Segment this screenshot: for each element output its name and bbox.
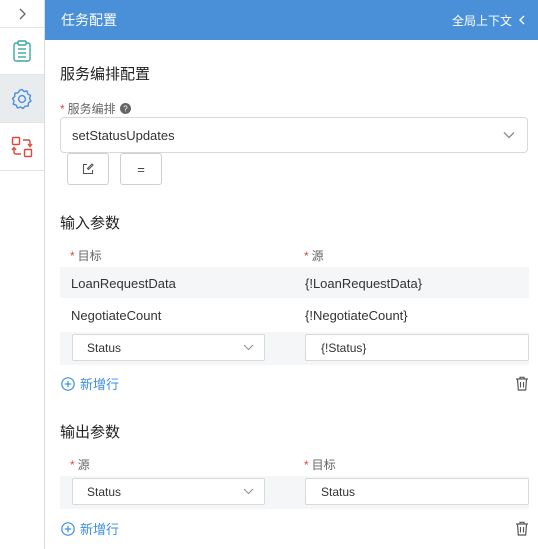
required-marker: * <box>70 248 75 263</box>
gear-icon <box>11 88 32 109</box>
service-section-title: 服务编排配置 <box>60 66 151 83</box>
required-marker: * <box>70 457 75 472</box>
global-context-toggle[interactable]: 全局上下文 <box>452 12 526 29</box>
output-add-row-button[interactable]: 新增行 <box>61 519 119 538</box>
input-add-row-label: 新增行 <box>80 377 120 392</box>
input-delete-button[interactable] <box>515 376 529 394</box>
output-params-title: 输出参数 <box>60 424 121 441</box>
output-source-select-value: Status <box>87 484 122 499</box>
output-delete-button[interactable] <box>515 521 529 539</box>
equals-button-label: = <box>137 161 145 177</box>
rail-tab-mapping[interactable] <box>0 123 44 171</box>
svg-text:?: ? <box>123 105 128 114</box>
input-col-target-header: * 目标 <box>70 247 102 264</box>
chevron-down-icon <box>243 344 254 351</box>
service-select-value: setStatusUpdates <box>72 127 175 143</box>
output-target-field[interactable]: Status <box>305 478 529 505</box>
panel-header: 任务配置 全局上下文 <box>45 0 538 40</box>
rail-tab-list[interactable] <box>0 27 44 75</box>
input-col-target-text: 目标 <box>77 249 102 263</box>
plus-circle-icon <box>61 376 75 391</box>
trash-icon <box>516 521 528 536</box>
service-label-text: 服务编排 <box>67 102 116 116</box>
input-target-select[interactable]: Status <box>72 334 265 361</box>
chevron-left-icon <box>519 15 525 25</box>
edit-service-button[interactable] <box>67 153 109 185</box>
input-row-target: LoanRequestData <box>71 276 176 291</box>
panel-content: 服务编排配置 * 服务编排 ? setStatusUpdates = 输入参数 … <box>45 40 538 549</box>
global-context-label: 全局上下文 <box>451 13 512 28</box>
rail-tab-settings[interactable] <box>0 75 44 123</box>
input-col-source-header: * 源 <box>304 247 324 264</box>
output-target-field-value: Status <box>321 484 356 499</box>
input-source-field[interactable]: {!Status} <box>305 334 529 361</box>
left-rail <box>0 0 45 549</box>
output-col-source-header: * 源 <box>70 456 90 473</box>
input-col-source-text: 源 <box>311 249 324 263</box>
input-params-title: 输入参数 <box>60 215 121 232</box>
chevron-down-icon <box>503 132 515 139</box>
input-row-source: {!LoanRequestData} <box>305 276 423 291</box>
edit-icon <box>82 163 94 175</box>
clipboard-list-icon <box>13 40 31 62</box>
output-source-select[interactable]: Status <box>72 478 265 505</box>
trash-icon <box>516 376 528 391</box>
required-marker: * <box>304 457 309 472</box>
output-col-source-text: 源 <box>77 458 90 472</box>
required-marker: * <box>304 248 309 263</box>
equals-button[interactable]: = <box>120 153 162 185</box>
service-field-label: * 服务编排 ? <box>60 100 131 117</box>
required-marker: * <box>60 101 65 116</box>
service-select[interactable]: setStatusUpdates <box>60 117 528 153</box>
chevron-right-icon <box>19 8 26 19</box>
chevron-down-icon <box>243 488 254 495</box>
input-row-source: {!NegotiateCount} <box>305 308 408 323</box>
output-col-target-header: * 目标 <box>304 456 336 473</box>
panel-title: 任务配置 <box>61 12 117 28</box>
input-row-target: NegotiateCount <box>71 308 162 323</box>
input-add-row-button[interactable]: 新增行 <box>61 374 119 393</box>
help-icon[interactable]: ? <box>119 103 131 114</box>
output-add-row-label: 新增行 <box>80 522 120 537</box>
swap-mapping-icon <box>11 136 33 157</box>
plus-circle-icon <box>61 521 75 536</box>
expand-rail-button[interactable] <box>0 0 44 27</box>
output-col-target-text: 目标 <box>311 458 336 472</box>
input-source-field-value: {!Status} <box>321 340 367 355</box>
input-target-select-value: Status <box>87 340 122 355</box>
